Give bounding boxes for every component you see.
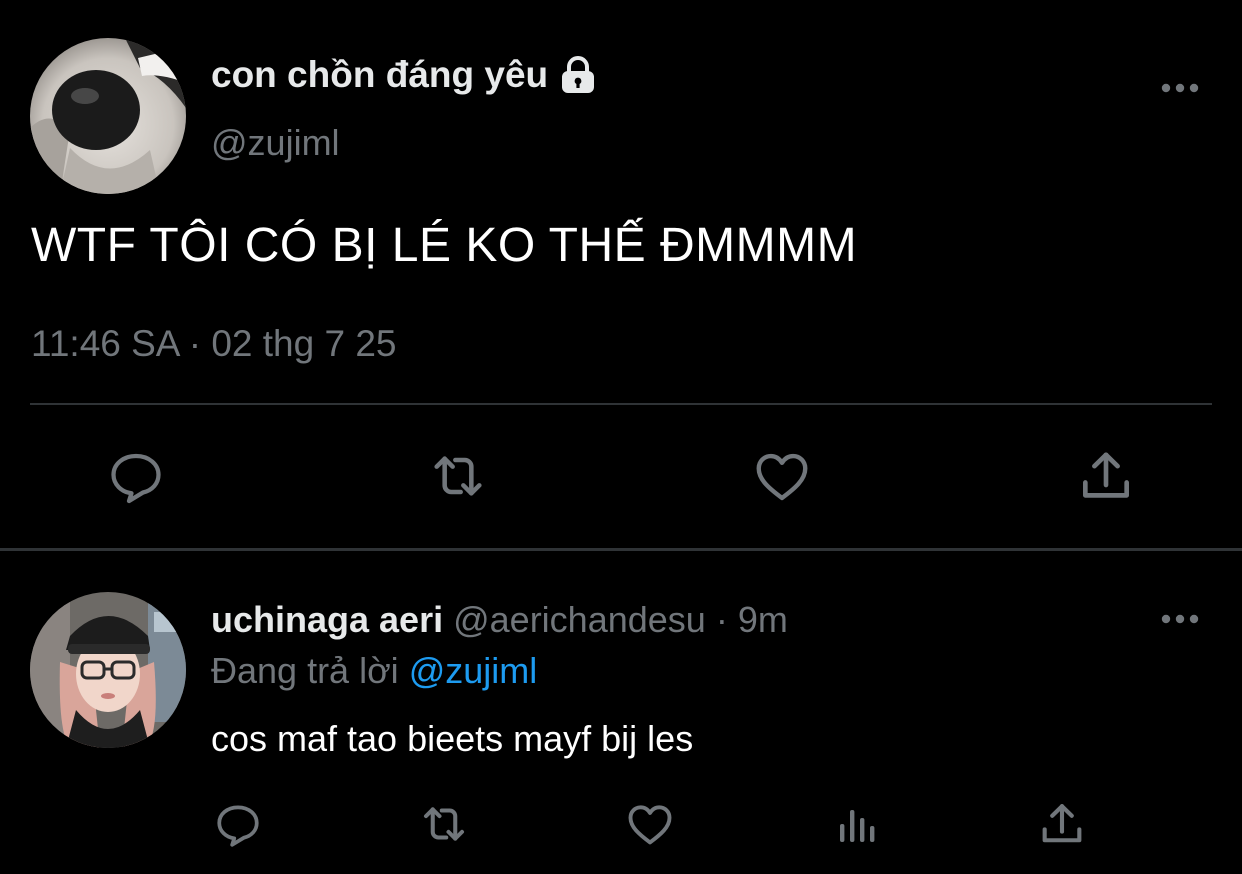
reply-icon xyxy=(111,453,161,504)
share-button[interactable] xyxy=(1074,444,1138,508)
author-name-text: con chồn đáng yêu xyxy=(211,54,549,95)
reply-retweet-button[interactable] xyxy=(416,796,472,852)
more-options-icon[interactable] xyxy=(1160,80,1200,96)
retweet-icon xyxy=(434,456,482,496)
reply-author-avatar[interactable] xyxy=(30,592,186,748)
replying-to-label: Đang trả lời xyxy=(211,650,399,691)
reply-share-button[interactable] xyxy=(1034,796,1090,852)
views-icon xyxy=(840,810,875,842)
reply-age[interactable]: 9m xyxy=(738,599,788,640)
reply-icon xyxy=(217,805,259,847)
reply-more-options-icon[interactable] xyxy=(1160,611,1200,627)
tweet-date: 02 thg 7 25 xyxy=(211,323,397,364)
retweet-icon xyxy=(423,807,465,841)
share-icon xyxy=(1042,804,1082,843)
like-icon xyxy=(756,453,808,501)
author-handle[interactable]: @zujiml xyxy=(211,122,340,164)
reply-reply-button[interactable] xyxy=(210,796,266,852)
tweet-time: 11:46 SA xyxy=(31,323,179,364)
lock-icon xyxy=(558,55,598,95)
reply-button[interactable] xyxy=(104,444,168,508)
tweet-timestamp[interactable]: 11:46 SA · 02 thg 7 25 xyxy=(31,323,397,365)
mention-link[interactable]: @zujiml xyxy=(409,650,538,691)
replying-to: Đang trả lời @zujiml xyxy=(211,650,537,692)
reply-author-name[interactable]: uchinaga aeri xyxy=(211,599,443,640)
divider xyxy=(30,403,1212,405)
author-avatar[interactable] xyxy=(30,38,186,194)
reply-header: uchinaga aeri @aerichandesu · 9m xyxy=(211,599,788,641)
tweet-text: WTF TÔI CÓ BỊ LÉ KO THẾ ĐMMMM xyxy=(31,219,858,272)
reply-text: cos maf tao bieets mayf bij les xyxy=(211,718,694,759)
timestamp-separator: · xyxy=(188,323,202,364)
like-button[interactable] xyxy=(750,444,814,508)
retweet-button[interactable] xyxy=(426,444,490,508)
author-display-name[interactable]: con chồn đáng yêu xyxy=(211,54,598,96)
reply-like-button[interactable] xyxy=(622,796,678,852)
section-divider xyxy=(0,548,1242,551)
reply-author-handle[interactable]: @aerichandesu xyxy=(453,599,706,640)
like-icon xyxy=(628,805,672,845)
share-icon xyxy=(1083,452,1129,498)
reply-views-button[interactable] xyxy=(828,796,884,852)
reply-meta-separator: · xyxy=(715,599,728,640)
